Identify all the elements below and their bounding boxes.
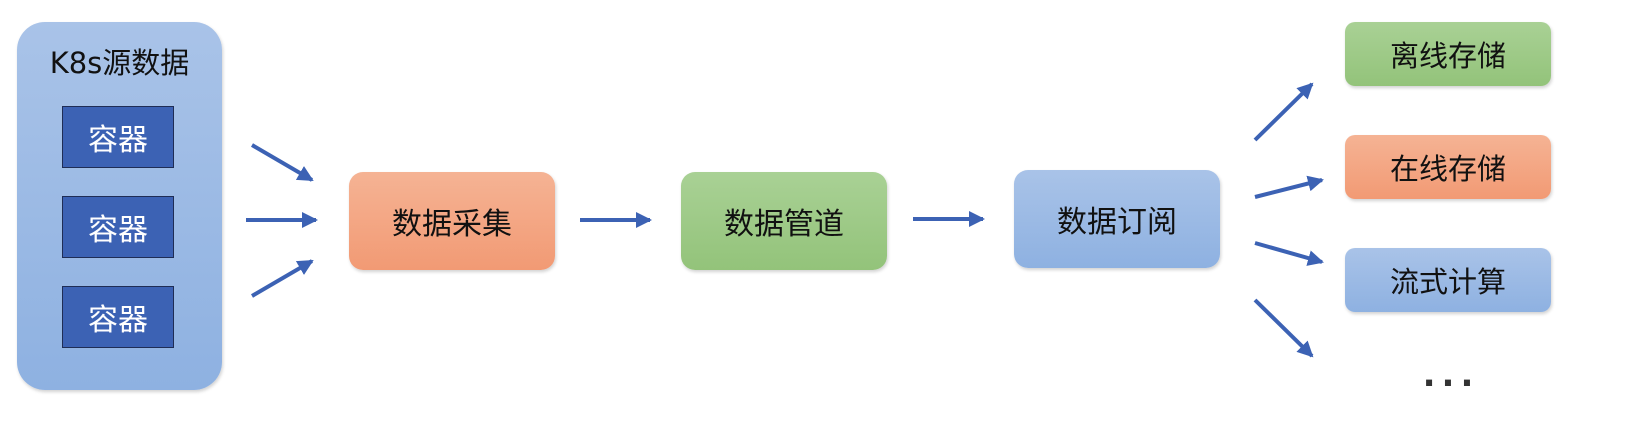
arrow-to-online [1254,175,1324,199]
arrow-to-stream [1254,241,1324,266]
arrow-source-top [250,143,314,182]
flow-arrows [246,82,1324,358]
arrow-source-bottom [250,259,314,298]
arrow-to-offline [1253,82,1314,142]
arrow-to-more [1253,298,1314,358]
